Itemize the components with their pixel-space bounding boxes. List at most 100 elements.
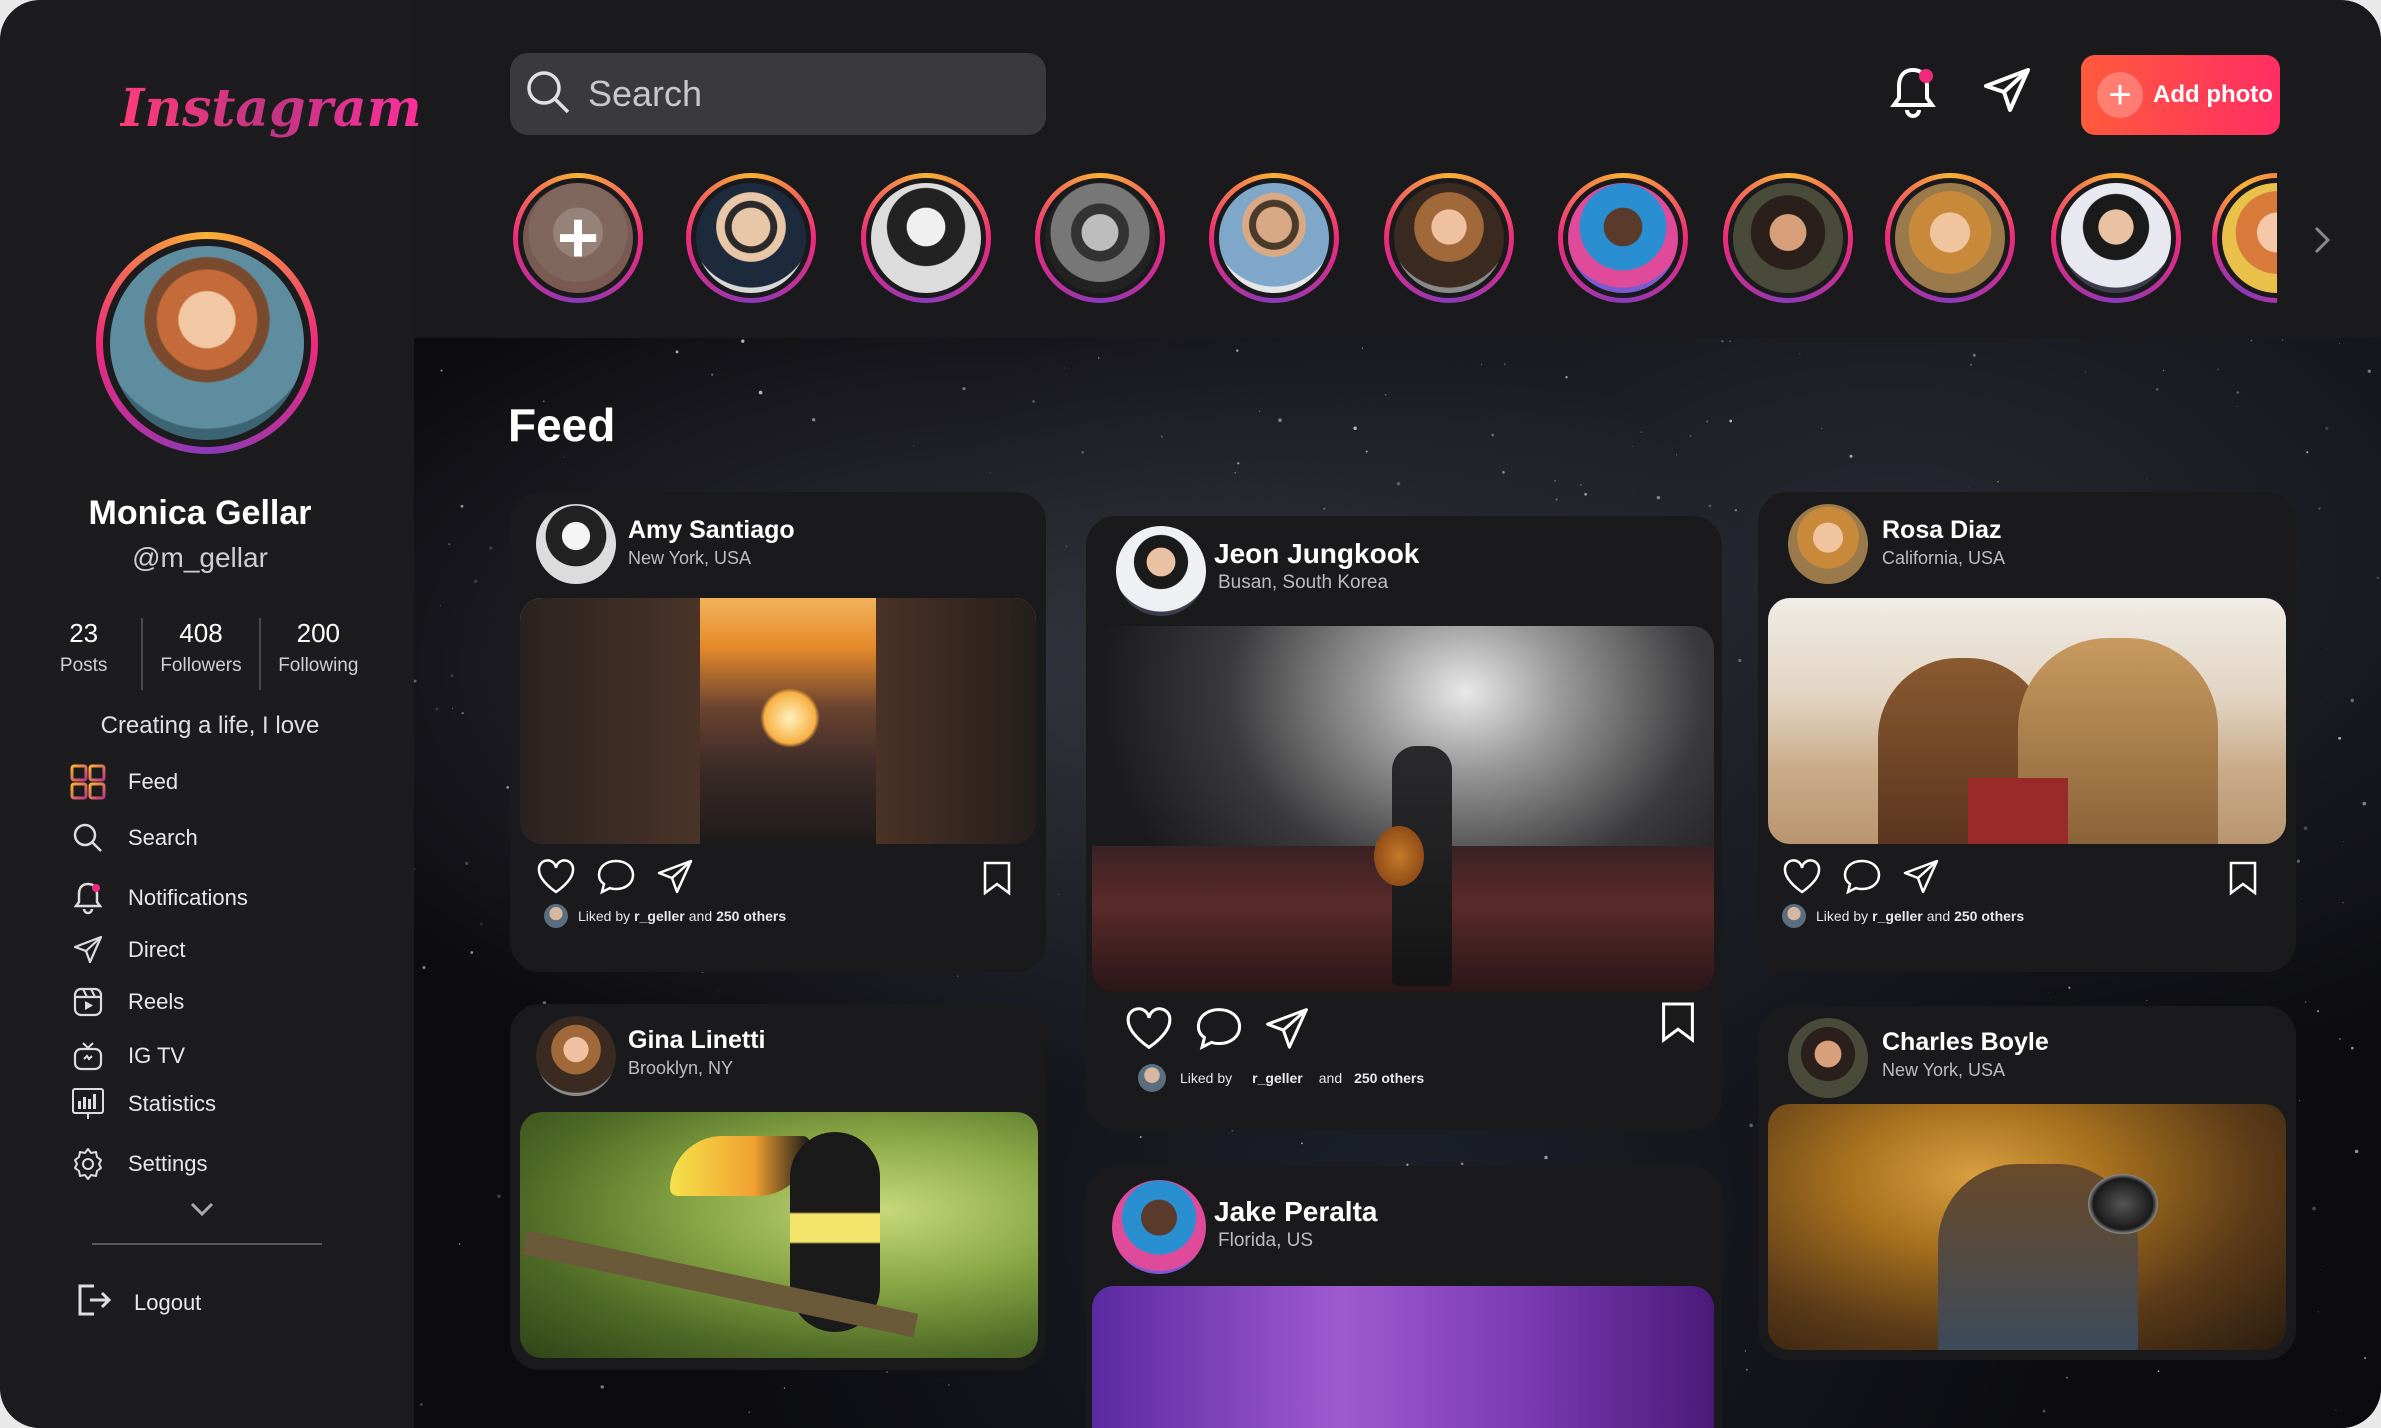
post-photo[interactable] <box>1768 1104 2286 1350</box>
post-author-avatar[interactable] <box>536 504 616 584</box>
share-send-icon[interactable] <box>1902 858 1940 901</box>
tv-icon <box>68 1036 108 1076</box>
story-avatar[interactable] <box>1209 173 1339 303</box>
share-send-icon[interactable] <box>656 858 694 901</box>
liked-by-avatar <box>1782 904 1806 928</box>
liked-by-row[interactable]: Liked by r_geller and 250 others <box>1782 904 2024 928</box>
liked-user[interactable]: r_geller <box>1872 908 1923 924</box>
like-heart-icon[interactable] <box>1782 859 1822 900</box>
chart-icon <box>68 1084 108 1124</box>
app-window: Instagram Monica Gellar @m_gellar 23 Pos… <box>0 0 2381 1428</box>
stat-posts[interactable]: 23 Posts <box>26 618 144 690</box>
comment-icon[interactable] <box>1194 1006 1244 1057</box>
stat-label: Following <box>278 655 359 676</box>
post-photo[interactable] <box>1092 626 1714 992</box>
story-avatar[interactable] <box>1035 173 1165 303</box>
sidebar-item-settings[interactable]: Settings <box>68 1144 368 1184</box>
sidebar-item-label: Reels <box>128 989 185 1014</box>
liked-prefix: Liked by <box>1816 908 1869 924</box>
reels-icon <box>68 982 108 1022</box>
bookmark-icon[interactable] <box>1660 1000 1696 1049</box>
sidebar-item-label: Statistics <box>128 1091 217 1116</box>
logout-label: Logout <box>134 1289 202 1315</box>
story-avatar[interactable] <box>1885 173 2015 303</box>
sidebar-item-igtv[interactable]: IG TV <box>68 1036 368 1076</box>
bookmark-icon[interactable] <box>982 860 1012 901</box>
story-avatar[interactable] <box>861 173 991 303</box>
stat-following[interactable]: 200 Following <box>261 618 376 690</box>
post-location: New York, USA <box>628 548 752 568</box>
liked-and: and <box>1926 908 1951 924</box>
post-card: Gina Linetti Brooklyn, NY <box>510 1004 1046 1370</box>
logout-button[interactable]: Logout <box>74 1280 201 1325</box>
sidebar-item-label: Search <box>128 825 198 850</box>
stat-label: Followers <box>160 655 242 676</box>
post-author-avatar[interactable] <box>1788 504 1868 584</box>
profile-handle: @m_gellar <box>132 542 268 573</box>
liked-by-row[interactable]: Liked by r_geller and 250 others <box>1138 1064 1424 1092</box>
share-send-icon[interactable] <box>1264 1006 1310 1057</box>
notifications-bell-icon[interactable] <box>1888 64 1938 125</box>
comment-icon[interactable] <box>596 858 636 901</box>
direct-send-icon[interactable] <box>1982 66 2032 121</box>
post-author-name[interactable]: Charles Boyle <box>1882 1028 2049 1057</box>
post-photo[interactable] <box>1092 1286 1714 1428</box>
post-photo[interactable] <box>520 598 1036 844</box>
post-author-avatar[interactable] <box>1112 1180 1206 1274</box>
post-actions <box>1124 1006 1310 1057</box>
post-author-name[interactable]: Gina Linetti <box>628 1026 766 1055</box>
story-avatar[interactable] <box>686 173 816 303</box>
liked-others[interactable]: 250 others <box>716 908 786 924</box>
bell-icon <box>68 878 108 918</box>
liked-others[interactable]: 250 others <box>1954 908 2024 924</box>
stat-followers[interactable]: 408 Followers <box>143 618 261 690</box>
post-author-name[interactable]: Jeon Jungkook <box>1214 538 1419 570</box>
sidebar-item-label: Direct <box>128 937 186 962</box>
add-photo-button[interactable]: + Add photo <box>2081 55 2280 135</box>
bookmark-icon[interactable] <box>2228 860 2258 901</box>
profile-avatar[interactable] <box>96 232 318 454</box>
post-actions <box>1782 858 1940 901</box>
post-card: Jake Peralta Florida, US <box>1086 1166 1722 1428</box>
logout-icon <box>74 1280 114 1325</box>
sidebar-item-reels[interactable]: Reels <box>68 982 368 1022</box>
post-author-avatar[interactable] <box>536 1016 616 1096</box>
liked-user[interactable]: r_geller <box>634 908 685 924</box>
post-author-avatar[interactable] <box>1788 1018 1868 1098</box>
sidebar: Instagram Monica Gellar @m_gellar 23 Pos… <box>0 0 422 1428</box>
profile-stats: 23 Posts 408 Followers 200 Following <box>26 618 376 690</box>
post-author-name[interactable]: Amy Santiago <box>628 516 795 545</box>
like-heart-icon[interactable] <box>1124 1007 1174 1056</box>
chevron-down-icon[interactable] <box>186 1200 218 1225</box>
post-author-name[interactable]: Rosa Diaz <box>1882 516 2001 545</box>
chevron-right-icon[interactable] <box>2310 222 2334 263</box>
sidebar-item-feed[interactable]: Feed <box>68 762 368 802</box>
story-avatar[interactable] <box>1558 173 1688 303</box>
story-avatar[interactable] <box>1723 173 1853 303</box>
comment-icon[interactable] <box>1842 858 1882 901</box>
stat-label: Posts <box>59 655 108 676</box>
post-author-avatar[interactable] <box>1116 526 1206 616</box>
post-author-name[interactable]: Jake Peralta <box>1214 1196 1377 1228</box>
story-avatar[interactable] <box>2051 173 2181 303</box>
sidebar-item-statistics[interactable]: Statistics <box>68 1084 368 1124</box>
liked-by-row[interactable]: Liked by r_geller and 250 others <box>544 904 786 928</box>
liked-others[interactable]: 250 others <box>1354 1070 1424 1086</box>
sidebar-item-search[interactable]: Search <box>68 818 368 858</box>
liked-and: and <box>688 908 713 924</box>
post-card: Charles Boyle New York, USA <box>1758 1006 2296 1360</box>
sidebar-item-notifications[interactable]: Notifications <box>68 878 368 918</box>
like-heart-icon[interactable] <box>536 859 576 900</box>
liked-by-avatar <box>1138 1064 1166 1092</box>
story-avatar[interactable] <box>1384 173 1514 303</box>
sidebar-divider <box>92 1243 322 1245</box>
instagram-logo[interactable]: Instagram <box>120 78 422 139</box>
post-photo[interactable] <box>1768 598 2286 844</box>
sidebar-item-direct[interactable]: Direct <box>68 930 368 970</box>
feed-title: Feed <box>508 399 616 451</box>
liked-user[interactable]: r_geller <box>1252 1070 1303 1086</box>
search-input[interactable] <box>586 72 1030 116</box>
search-bar[interactable] <box>510 53 1046 135</box>
post-photo[interactable] <box>520 1112 1038 1358</box>
story-add[interactable]: + <box>513 173 643 303</box>
